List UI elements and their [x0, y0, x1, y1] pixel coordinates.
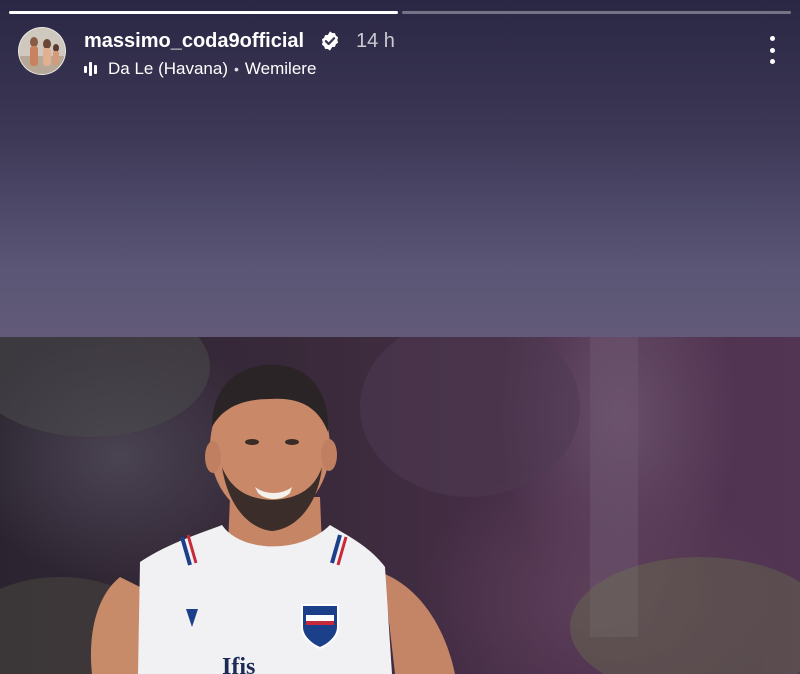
- story-progress-bar: [9, 11, 791, 14]
- more-dot: [769, 59, 775, 64]
- jersey-sponsor-text: Ifis: [222, 654, 256, 674]
- post-time: 14 h: [356, 30, 395, 52]
- song-title: Da Le (Havana): [108, 59, 229, 78]
- username[interactable]: massimo_coda9official: [84, 29, 304, 53]
- player-illustration: [0, 337, 800, 674]
- progress-segment: [9, 11, 398, 14]
- story-photo[interactable]: Ifis: [0, 337, 800, 674]
- separator-dot: •: [234, 61, 239, 77]
- avatar-image: [19, 28, 65, 74]
- verified-badge-icon: [321, 31, 339, 51]
- story-header: massimo_coda9official 14 h Da Le (Havana…: [18, 27, 782, 79]
- progress-segment: [402, 11, 791, 14]
- more-dot: [769, 36, 775, 41]
- progress-fill: [9, 11, 398, 14]
- more-vertical-icon[interactable]: [762, 36, 782, 64]
- song-artist: Wemilere: [244, 59, 317, 78]
- music-attribution[interactable]: Da Le (Havana) • Wemilere: [84, 58, 316, 80]
- more-dot: [769, 47, 775, 53]
- avatar[interactable]: [18, 27, 66, 75]
- music-bars-icon: [84, 62, 97, 76]
